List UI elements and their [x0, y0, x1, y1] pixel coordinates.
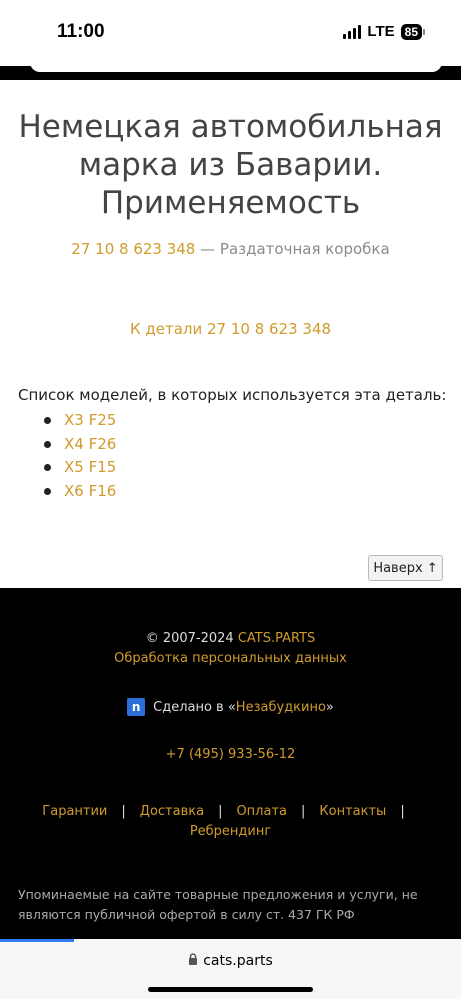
footer-link-delivery[interactable]: Доставка	[140, 804, 204, 819]
battery-icon: 85	[400, 23, 425, 40]
browser-url-bar[interactable]: cats.parts	[0, 939, 461, 999]
model-link[interactable]: X4 F26	[64, 435, 116, 453]
list-item: X6 F16	[44, 481, 116, 505]
footer-link-warranty[interactable]: Гарантии	[42, 804, 107, 819]
page-title: Немецкая автомобильная марка из Баварии.…	[18, 109, 443, 221]
network-type: LTE	[367, 23, 395, 40]
signal-icon	[343, 24, 362, 39]
lock-icon	[188, 953, 198, 969]
footer-link-rebranding[interactable]: Ребрендинг	[190, 824, 271, 839]
models-intro: Список моделей, в которых используется э…	[18, 386, 447, 404]
detail-link-container: К детали 27 10 8 623 348	[0, 320, 461, 338]
status-time: 11:00	[57, 21, 105, 42]
address[interactable]: cats.parts	[0, 953, 461, 969]
status-indicators: LTE 85	[343, 23, 425, 40]
back-to-top-button[interactable]: Наверх ↑	[368, 555, 443, 581]
footer-nav: Гарантии | Доставка | Оплата | Контакты | Ребрен…	[42, 804, 405, 839]
model-link[interactable]: X3 F25	[64, 411, 116, 429]
main-content: Немецкая автомобильная марка из Баварии.…	[0, 80, 461, 588]
copyright: © 2007-2024 CATS.PARTS	[0, 631, 461, 646]
list-item: X3 F25	[44, 410, 116, 434]
privacy-container: Обработка персональных данных	[0, 651, 461, 666]
footer: © 2007-2024 CATS.PARTS Обработка персона…	[0, 588, 461, 939]
made-by: n Сделано в «Незабудкино»	[0, 698, 461, 716]
model-link[interactable]: X5 F15	[64, 458, 116, 476]
battery-level: 85	[400, 23, 422, 40]
brand-link[interactable]: CATS.PARTS	[238, 631, 315, 646]
part-number-link[interactable]: 27 10 8 623 348	[71, 240, 195, 258]
part-subtitle: 27 10 8 623 348 — Раздаточная коробка	[0, 240, 461, 258]
status-bar: 11:00 LTE 85	[0, 0, 461, 66]
list-item: X5 F15	[44, 457, 116, 481]
footer-link-payment[interactable]: Оплата	[236, 804, 287, 819]
made-by-text: Сделано в «Незабудкино»	[153, 699, 334, 715]
to-detail-link[interactable]: К детали 27 10 8 623 348	[130, 320, 331, 338]
list-item: X4 F26	[44, 434, 116, 458]
url-text: cats.parts	[203, 953, 273, 969]
studio-link[interactable]: Незабудкино	[236, 700, 326, 715]
part-description: — Раздаточная коробка	[195, 240, 390, 258]
models-list: X3 F25 X4 F26 X5 F15 X6 F16	[44, 410, 116, 505]
footer-link-contacts[interactable]: Контакты	[319, 804, 386, 819]
home-indicator	[148, 987, 313, 992]
phone-container: +7 (495) 933-56-12	[0, 747, 461, 762]
privacy-link[interactable]: Обработка персональных данных	[114, 651, 347, 666]
disclaimer: Упоминаемые на сайте товарные предложени…	[18, 887, 418, 922]
phone-link[interactable]: +7 (495) 933-56-12	[166, 747, 296, 762]
model-link[interactable]: X6 F16	[64, 482, 116, 500]
studio-logo-icon: n	[127, 698, 146, 716]
site-header-strip	[0, 62, 461, 80]
page-load-progress	[0, 939, 74, 942]
copyright-text: © 2007-2024	[145, 631, 238, 646]
header-edge	[30, 62, 442, 72]
